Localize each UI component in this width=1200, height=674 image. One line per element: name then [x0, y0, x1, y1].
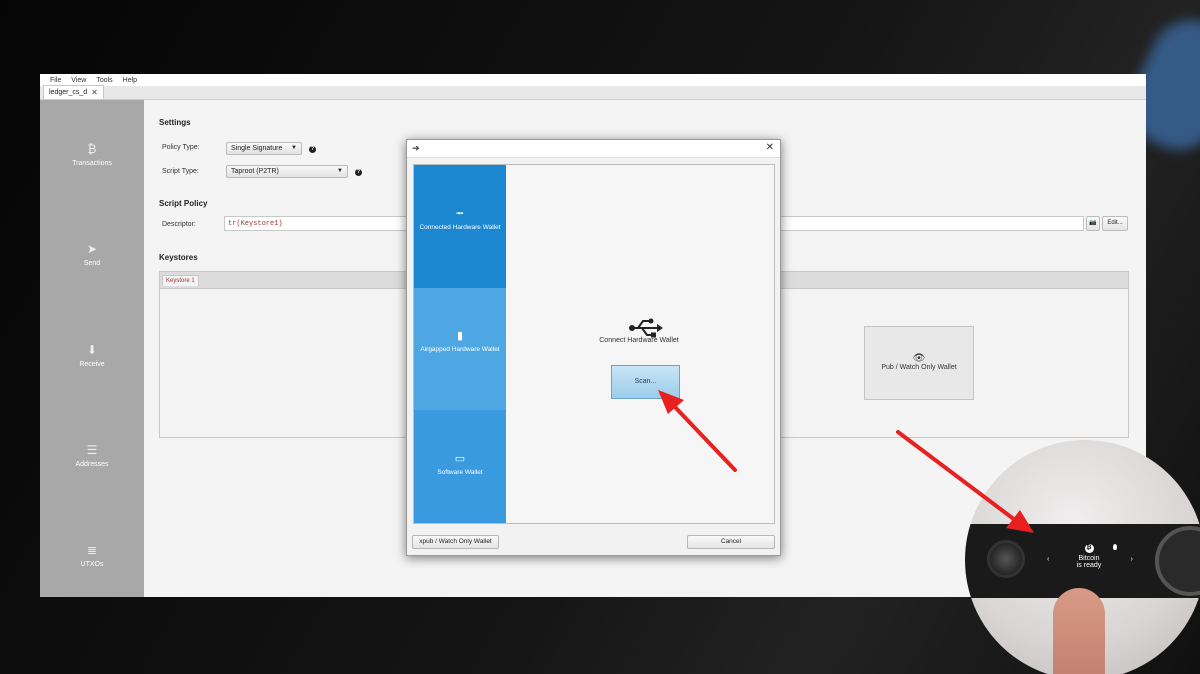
- option-software-wallet[interactable]: ▭ Software Wallet: [414, 410, 506, 523]
- menu-tools[interactable]: Tools: [96, 77, 112, 84]
- drop-icon: [1113, 544, 1117, 550]
- scan-button[interactable]: Scan...: [611, 365, 680, 399]
- sidebar-item-label: Receive: [79, 361, 105, 368]
- policy-type-value: Single Signature: [231, 145, 283, 152]
- device-line-2: is ready: [1076, 562, 1102, 569]
- coins-icon: ≣: [86, 543, 98, 557]
- dialog-body: ⭼ Connected Hardware Wallet ▮ Airgapped …: [413, 164, 775, 524]
- help-icon[interactable]: ?: [309, 146, 316, 153]
- receive-icon: ⬇: [86, 343, 98, 357]
- wallet-tab[interactable]: ledger_cs_d ✕: [43, 85, 104, 99]
- chevron-left-icon: ‹: [1047, 556, 1050, 563]
- finger: [1053, 588, 1105, 674]
- xpub-card-label: Pub / Watch Only Wallet: [881, 364, 957, 371]
- script-type-label: Script Type:: [162, 168, 199, 175]
- option-connected-hardware-wallet[interactable]: ⭼ Connected Hardware Wallet: [414, 165, 506, 288]
- cancel-button[interactable]: Cancel: [687, 535, 775, 549]
- chevron-down-icon: ▼: [291, 145, 297, 151]
- camera-icon: 📷: [1089, 220, 1097, 226]
- ledger-device: ₿ Bitcoin is ready ‹ ›: [965, 524, 1200, 598]
- sd-card-icon: ▮: [456, 330, 464, 342]
- option-label: Software Wallet: [437, 469, 483, 476]
- connect-hardware-wallet-label: Connect Hardware Wallet: [599, 337, 679, 344]
- xpub-watch-only-card[interactable]: 👁 Pub / Watch Only Wallet: [864, 326, 974, 400]
- menu-file[interactable]: File: [50, 77, 61, 84]
- settings-heading: Settings: [159, 118, 191, 127]
- ledger-device-photo: ₿ Bitcoin is ready ‹ ›: [965, 440, 1200, 674]
- sidebar-item-label: UTXOs: [80, 561, 104, 568]
- descriptor-label: Descriptor:: [162, 221, 196, 228]
- video-frame: File View Tools Help ledger_cs_d ✕ ₿ Tra…: [0, 0, 1200, 674]
- sidebar-item-transactions[interactable]: ₿ Transactions: [40, 142, 144, 167]
- camera-button[interactable]: 📷: [1086, 216, 1100, 231]
- bitcoin-icon: ₿: [87, 142, 97, 156]
- sidebar-item-label: Transactions: [72, 160, 112, 167]
- list-icon: ☰: [86, 443, 98, 457]
- send-icon: ➤: [86, 242, 98, 256]
- keystore-tab[interactable]: Keystore 1: [162, 275, 199, 286]
- sidebar-item-label: Send: [83, 260, 101, 267]
- sidebar-item-label: Addresses: [75, 461, 109, 468]
- sidebar-item-send[interactable]: ➤ Send: [40, 242, 144, 267]
- device-swivel-cap: [1155, 526, 1200, 596]
- sidebar-item-utxos[interactable]: ≣ UTXOs: [40, 543, 144, 568]
- wallet-tab-bar: ledger_cs_d ✕: [40, 85, 1146, 100]
- dialog-title-bar: ➔ ✕: [407, 140, 780, 158]
- device-line-1: Bitcoin: [1078, 555, 1100, 562]
- chevron-down-icon: ▼: [337, 168, 343, 174]
- import-keystore-dialog: ➔ ✕ ⭼ Connected Hardware Wallet ▮ Airgap…: [406, 139, 781, 556]
- sidebar-item-addresses[interactable]: ☰ Addresses: [40, 443, 144, 468]
- keystores-heading: Keystores: [159, 253, 198, 262]
- wallet-tab-label: ledger_cs_d: [49, 89, 88, 96]
- script-type-select[interactable]: Taproot (P2TR) ▼: [226, 165, 348, 178]
- menu-help[interactable]: Help: [123, 77, 137, 84]
- sparrow-logo-icon: ➔: [412, 143, 420, 153]
- xpub-watch-only-button[interactable]: xpub / Watch Only Wallet: [412, 535, 499, 549]
- menu-bar: File View Tools Help: [40, 74, 1146, 86]
- edit-button[interactable]: Edit...: [1102, 216, 1128, 231]
- usb-icon: ⭼: [455, 208, 465, 220]
- menu-view[interactable]: View: [71, 77, 86, 84]
- script-policy-heading: Script Policy: [159, 199, 208, 208]
- option-label: Connected Hardware Wallet: [419, 224, 501, 231]
- help-icon[interactable]: ?: [355, 169, 362, 176]
- option-airgapped-hardware-wallet[interactable]: ▮ Airgapped Hardware Wallet: [414, 288, 506, 410]
- policy-type-select[interactable]: Single Signature ▼: [226, 142, 302, 155]
- chevron-right-icon: ›: [1130, 556, 1133, 563]
- laptop-icon: ▭: [454, 453, 466, 465]
- bitcoin-icon: ₿: [1084, 544, 1094, 553]
- wallet-type-sidebar: ⭼ Connected Hardware Wallet ▮ Airgapped …: [414, 165, 506, 523]
- sidebar: ₿ Transactions ➤ Send ⬇ Receive ☰ Addres…: [40, 100, 144, 597]
- close-icon[interactable]: ✕: [766, 142, 774, 153]
- option-label: Airgapped Hardware Wallet: [420, 346, 500, 353]
- device-screen: ₿ Bitcoin is ready ‹ ›: [1041, 538, 1137, 578]
- sidebar-item-receive[interactable]: ⬇ Receive: [40, 343, 144, 368]
- device-button: [987, 540, 1025, 578]
- script-type-value: Taproot (P2TR): [231, 168, 279, 175]
- policy-type-label: Policy Type:: [162, 144, 200, 151]
- eye-icon: 👁: [912, 353, 926, 364]
- close-icon[interactable]: ✕: [91, 88, 98, 97]
